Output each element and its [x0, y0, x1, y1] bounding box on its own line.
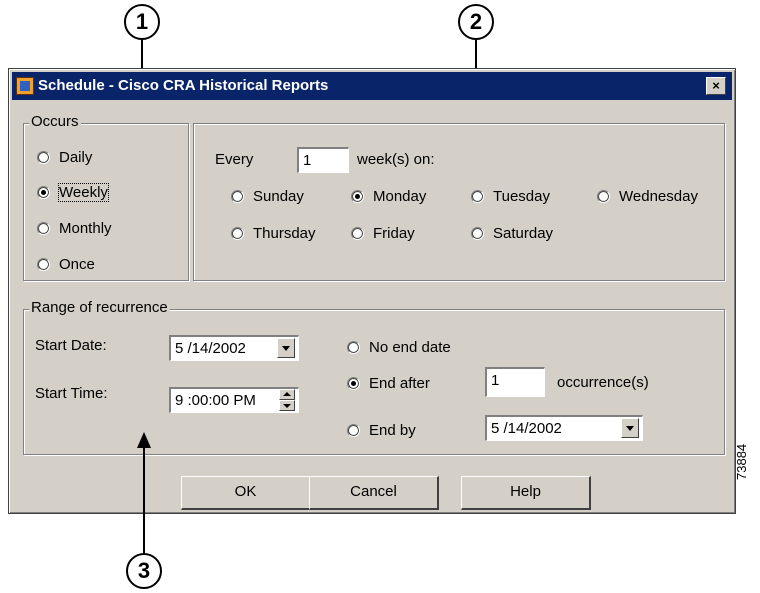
- ok-button[interactable]: OK: [181, 476, 311, 510]
- window-title: Schedule - Cisco CRA Historical Reports: [38, 77, 329, 94]
- every-weeks-input[interactable]: 1: [297, 147, 349, 173]
- radio-once-label: Once: [59, 256, 95, 273]
- radio-thursday-indicator: [231, 227, 244, 240]
- radio-end-by-label: End by: [369, 422, 416, 439]
- radio-tuesday-label: Tuesday: [493, 188, 550, 205]
- spin-down-button[interactable]: [279, 400, 295, 411]
- spin-up-button[interactable]: [279, 389, 295, 400]
- radio-saturday-indicator: [471, 227, 484, 240]
- radio-no-end-date-label: No end date: [369, 339, 451, 356]
- help-button[interactable]: Help: [461, 476, 591, 510]
- start-time-spinner[interactable]: [279, 389, 295, 411]
- radio-daily-indicator: [37, 151, 50, 164]
- app-icon: [16, 77, 34, 95]
- radio-monday-indicator: [351, 190, 364, 203]
- range-group-label: Range of recurrence: [29, 299, 170, 316]
- start-time-label: Start Time:: [35, 385, 108, 402]
- radio-end-by-indicator: [347, 424, 360, 437]
- every-label: Every: [215, 151, 254, 168]
- radio-weekly-label: Weekly: [58, 183, 109, 202]
- radio-weekly-indicator: [37, 186, 50, 199]
- callout-3-arrow: [143, 446, 145, 556]
- end-by-dropdown-button[interactable]: [621, 418, 639, 438]
- cancel-button[interactable]: Cancel: [309, 476, 439, 510]
- radio-end-after-indicator: [347, 377, 360, 390]
- radio-friday-indicator: [351, 227, 364, 240]
- radio-saturday-label: Saturday: [493, 225, 554, 242]
- radio-thursday-label: Thursday: [253, 225, 316, 242]
- radio-monthly-indicator: [37, 222, 50, 235]
- occurrences-label: occurrence(s): [557, 374, 649, 391]
- radio-end-after-label: End after: [369, 375, 430, 392]
- radio-daily-label: Daily: [59, 149, 93, 166]
- close-button[interactable]: ×: [706, 77, 726, 95]
- start-date-label: Start Date:: [35, 337, 107, 354]
- callout-3: 3: [126, 553, 162, 589]
- start-date-value: 5 /14/2002: [175, 340, 246, 357]
- radio-friday-label: Friday: [373, 225, 415, 242]
- radio-sunday-label: Sunday: [253, 188, 304, 205]
- start-date-dropdown-button[interactable]: [277, 338, 295, 358]
- schedule-dialog: Schedule - Cisco CRA Historical Reports …: [8, 68, 736, 514]
- radio-monday-label: Monday: [373, 188, 427, 205]
- start-time-value: 9 :00:00 PM: [175, 392, 256, 409]
- occurs-group-label: Occurs: [29, 113, 81, 130]
- radio-sunday-indicator: [231, 190, 244, 203]
- callout-2: 2: [458, 4, 494, 40]
- radio-once-indicator: [37, 258, 50, 271]
- end-by-date-picker[interactable]: 5 /14/2002: [485, 415, 643, 441]
- end-by-date-value: 5 /14/2002: [491, 420, 562, 437]
- weeks-on-label: week(s) on:: [357, 151, 435, 168]
- title-bar[interactable]: Schedule - Cisco CRA Historical Reports …: [12, 72, 732, 100]
- end-after-input[interactable]: 1: [485, 367, 545, 397]
- radio-monthly-label: Monthly: [59, 220, 112, 237]
- radio-wednesday-label: Wednesday: [619, 188, 698, 205]
- radio-tuesday-indicator: [471, 190, 484, 203]
- radio-no-end-date-indicator: [347, 341, 360, 354]
- radio-wednesday-indicator: [597, 190, 610, 203]
- occurs-group: [23, 123, 189, 281]
- callout-1: 1: [124, 4, 160, 40]
- figure-id: 73884: [734, 443, 749, 480]
